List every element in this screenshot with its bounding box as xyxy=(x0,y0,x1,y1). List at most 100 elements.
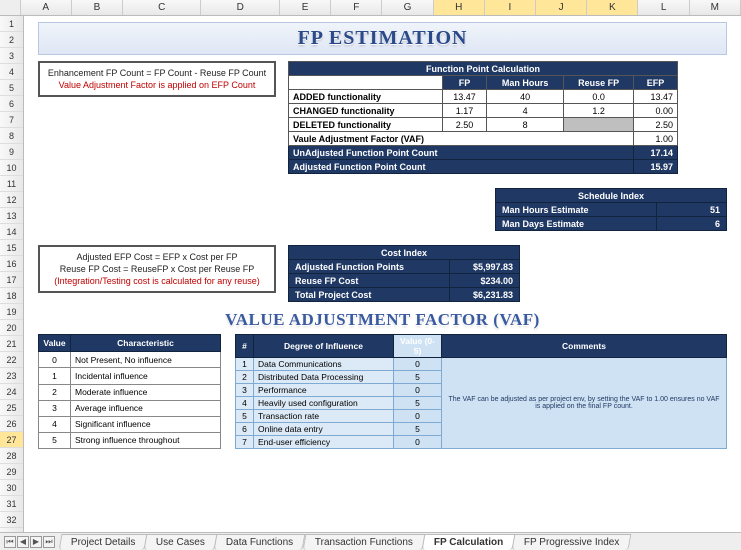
row-32[interactable]: 32 xyxy=(0,512,23,528)
tab-data-functions[interactable]: Data Functions xyxy=(214,534,306,550)
col-I[interactable]: I xyxy=(485,0,536,15)
col-G[interactable]: G xyxy=(382,0,433,15)
row-21[interactable]: 21 xyxy=(0,336,23,352)
cell[interactable]: 2.50 xyxy=(443,118,487,132)
col-M[interactable]: M xyxy=(690,0,741,15)
unadj-label: UnAdjusted Function Point Count xyxy=(289,146,634,160)
vaf-influence-table[interactable]: # Degree of Influence Value (0-5) Commen… xyxy=(235,334,727,449)
row-13[interactable]: 13 xyxy=(0,208,23,224)
row-29[interactable]: 29 xyxy=(0,464,23,480)
col-C[interactable]: C xyxy=(123,0,201,15)
fp-col-3: Reuse FP xyxy=(564,76,634,90)
cell[interactable]: 13.47 xyxy=(634,90,678,104)
vaf-value-input[interactable]: 5 xyxy=(394,371,442,384)
row-30[interactable]: 30 xyxy=(0,480,23,496)
tab-transaction-functions[interactable]: Transaction Functions xyxy=(302,534,425,550)
cell[interactable]: 13.47 xyxy=(443,90,487,104)
row-7[interactable]: 7 xyxy=(0,112,23,128)
col-E[interactable]: E xyxy=(280,0,331,15)
tab-use-cases[interactable]: Use Cases xyxy=(144,534,218,550)
vaf-characteristic: Moderate influence xyxy=(71,384,221,400)
tab-nav-next-icon[interactable]: ▶ xyxy=(30,536,42,548)
col-D[interactable]: D xyxy=(201,0,279,15)
tab-nav-last-icon[interactable]: ⏭ xyxy=(43,536,55,548)
vaf-legend-table[interactable]: ValueCharacteristic 0Not Present, No inf… xyxy=(38,334,221,449)
row-16[interactable]: 16 xyxy=(0,256,23,272)
row-5[interactable]: 5 xyxy=(0,80,23,96)
adj-label: Adjusted Function Point Count xyxy=(289,160,634,174)
vaf-value-input[interactable]: 5 xyxy=(394,423,442,436)
row-label: Total Project Cost xyxy=(289,288,450,302)
vaf-value-input[interactable]: 5 xyxy=(394,397,442,410)
cell[interactable]: 0.00 xyxy=(634,104,678,118)
row-19[interactable]: 19 xyxy=(0,304,23,320)
schedule-index-table[interactable]: Schedule Index Man Hours Estimate51Man D… xyxy=(495,188,727,231)
row-12[interactable]: 12 xyxy=(0,192,23,208)
cell[interactable]: 1.2 xyxy=(564,104,634,118)
row-24[interactable]: 24 xyxy=(0,384,23,400)
row-20[interactable]: 20 xyxy=(0,320,23,336)
col-L[interactable]: L xyxy=(638,0,689,15)
row-26[interactable]: 26 xyxy=(0,416,23,432)
tab-nav-prev-icon[interactable]: ◀ xyxy=(17,536,29,548)
vaf-characteristic: Significant influence xyxy=(71,416,221,432)
tab-project-details[interactable]: Project Details xyxy=(59,534,148,550)
row-8[interactable]: 8 xyxy=(0,128,23,144)
vaf-characteristic: Not Present, No influence xyxy=(71,352,221,368)
col-F[interactable]: F xyxy=(331,0,382,15)
row-3[interactable]: 3 xyxy=(0,48,23,64)
cell[interactable]: 8 xyxy=(486,118,563,132)
row-31[interactable]: 31 xyxy=(0,496,23,512)
cost-index-table[interactable]: Cost Index Adjusted Function Points$5,99… xyxy=(288,245,520,302)
cell[interactable]: 4 xyxy=(486,104,563,118)
cell[interactable]: 40 xyxy=(486,90,563,104)
row-22[interactable]: 22 xyxy=(0,352,23,368)
select-all-corner[interactable] xyxy=(0,0,21,15)
fp-col-1: FP xyxy=(443,76,487,90)
vaf-value-num: 4 xyxy=(39,416,71,432)
title-vaf: VALUE ADJUSTMENT FACTOR (VAF) xyxy=(38,308,727,332)
vaf-value-input[interactable]: 0 xyxy=(394,410,442,423)
vaf-characteristic: Incidental influence xyxy=(71,368,221,384)
cell[interactable]: 1.17 xyxy=(443,104,487,118)
row-25[interactable]: 25 xyxy=(0,400,23,416)
row-label: Reuse FP Cost xyxy=(289,274,450,288)
row-28[interactable]: 28 xyxy=(0,448,23,464)
tab-nav-first-icon[interactable]: ⏮ xyxy=(4,536,16,548)
tab-fp-progressive-index[interactable]: FP Progressive Index xyxy=(512,534,632,550)
cell[interactable] xyxy=(564,118,634,132)
note-line-red: (Integration/Testing cost is calculated … xyxy=(46,275,268,287)
col-J[interactable]: J xyxy=(536,0,587,15)
vaf-row-num: 5 xyxy=(236,410,254,423)
vaf-value[interactable]: 1.00 xyxy=(634,132,678,146)
vaf-degree: Performance xyxy=(254,384,394,397)
vaf-value-input[interactable]: 0 xyxy=(394,436,442,449)
row-27[interactable]: 27 xyxy=(0,432,23,448)
vaf-value-input[interactable]: 0 xyxy=(394,384,442,397)
fp-col-0 xyxy=(289,76,443,90)
tab-fp-calculation[interactable]: FP Calculation xyxy=(421,534,515,550)
cell[interactable]: 2.50 xyxy=(634,118,678,132)
row-23[interactable]: 23 xyxy=(0,368,23,384)
vaf-value-input[interactable]: 0 xyxy=(394,358,442,371)
col-H[interactable]: H xyxy=(434,0,485,15)
col-B[interactable]: B xyxy=(72,0,123,15)
fp-row-label: ADDED functionality xyxy=(289,90,443,104)
cell[interactable]: 0.0 xyxy=(564,90,634,104)
column-headers[interactable]: ABCDEFGHIJKLM xyxy=(0,0,741,16)
row-6[interactable]: 6 xyxy=(0,96,23,112)
row-10[interactable]: 10 xyxy=(0,160,23,176)
row-18[interactable]: 18 xyxy=(0,288,23,304)
row-1[interactable]: 1 xyxy=(0,16,23,32)
col-A[interactable]: A xyxy=(21,0,72,15)
row-headers[interactable]: 1234567891011121314151617181920212223242… xyxy=(0,16,24,544)
col-K[interactable]: K xyxy=(587,0,638,15)
row-4[interactable]: 4 xyxy=(0,64,23,80)
row-15[interactable]: 15 xyxy=(0,240,23,256)
fp-calculation-table[interactable]: Function Point Calculation FPMan HoursRe… xyxy=(288,61,678,174)
row-2[interactable]: 2 xyxy=(0,32,23,48)
row-17[interactable]: 17 xyxy=(0,272,23,288)
row-11[interactable]: 11 xyxy=(0,176,23,192)
row-14[interactable]: 14 xyxy=(0,224,23,240)
row-9[interactable]: 9 xyxy=(0,144,23,160)
